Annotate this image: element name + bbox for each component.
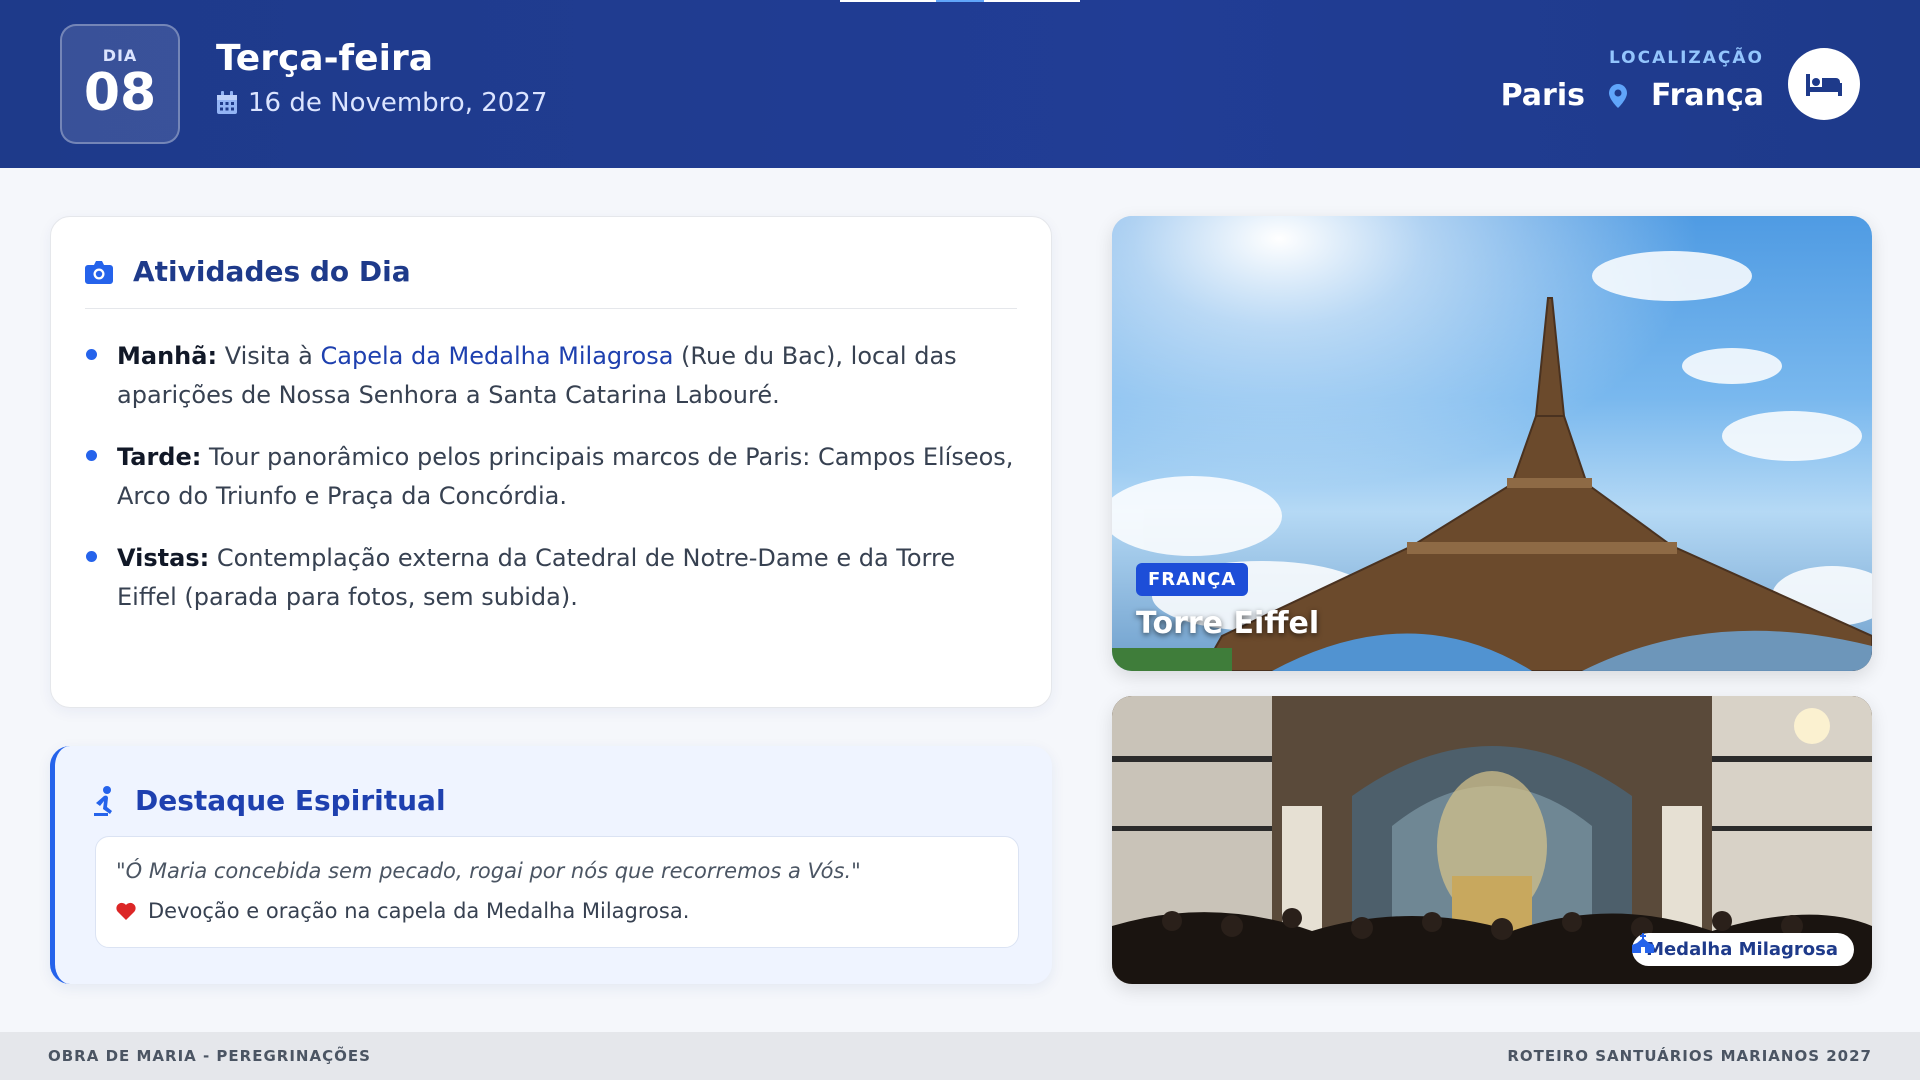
devotion-line: Devoção e oração na capela da Medalha Mi… [116, 899, 689, 923]
map-pin-icon [1609, 83, 1627, 108]
devotion-text: Devoção e oração na capela da Medalha Mi… [148, 899, 690, 923]
city-name: Paris [1500, 78, 1585, 113]
chip-label: Medalha Milagrosa [1646, 939, 1838, 960]
activity-label: Manhã: [117, 342, 218, 370]
day-number-box: DIA 08 [60, 24, 180, 144]
location-label: LOCALIZAÇÃO [1608, 48, 1764, 68]
bullet-dot [86, 349, 97, 360]
camera-icon [85, 261, 113, 284]
eiffel-tower-illustration [1112, 216, 1872, 671]
church-icon [1632, 933, 1655, 953]
footer-itinerary: ROTEIRO SANTUÁRIOS MARIANOS 2027 [1507, 1047, 1872, 1065]
activity-afternoon: Tarde: Tour panorâmico pelos principais … [85, 438, 1015, 516]
activity-text: Tour panorâmico pelos principais marcos … [117, 443, 1014, 510]
date-line: 16 de Novembro, 2027 [216, 88, 547, 118]
photo-caption: Torre Eiffel [1136, 606, 1320, 641]
top-progress-indicator [840, 0, 1080, 2]
chapel-photo[interactable]: Medalha Milagrosa [1112, 696, 1872, 984]
heart-icon [116, 902, 136, 920]
location-chip[interactable]: Medalha Milagrosa [1632, 933, 1854, 966]
spiritual-header: Destaque Espiritual [91, 784, 446, 817]
day-number: 08 [83, 63, 157, 123]
spiritual-highlight-card: Destaque Espiritual "Ó Maria concebida s… [50, 746, 1052, 984]
bullet-dot [86, 551, 97, 562]
bed-icon [1806, 74, 1842, 96]
activities-card: Atividades do Dia Manhã: Visita à Capela… [50, 216, 1052, 708]
activity-label: Tarde: [117, 443, 202, 471]
activity-text: Visita à [224, 342, 313, 370]
day-header: DIA 08 Terça-feira 16 de Novembro, 2027 … [0, 0, 1920, 168]
date-text: 16 de Novembro, 2027 [248, 88, 548, 118]
prayer-quote: "Ó Maria concebida sem pecado, rogai por… [116, 859, 861, 883]
spiritual-title: Destaque Espiritual [135, 784, 446, 817]
activity-morning: Manhã: Visita à Capela da Medalha Milagr… [85, 337, 1015, 415]
bullet-dot [86, 450, 97, 461]
activities-title: Atividades do Dia [133, 255, 411, 288]
country-name: França [1651, 78, 1764, 113]
footer-organization: OBRA DE MARIA - PEREGRINAÇÕES [48, 1047, 371, 1065]
eiffel-tower-photo[interactable]: FRANÇA Torre Eiffel [1112, 216, 1872, 671]
accommodation-button[interactable] [1788, 48, 1860, 120]
activity-label: Vistas: [117, 544, 210, 572]
location-row: Paris França [1501, 78, 1764, 113]
activities-header: Atividades do Dia [85, 255, 1017, 309]
quote-box: "Ó Maria concebida sem pecado, rogai por… [95, 836, 1019, 948]
country-badge: FRANÇA [1136, 563, 1249, 596]
weekday-title: Terça-feira [216, 38, 433, 79]
activity-views: Vistas: Contemplação externa da Catedral… [85, 539, 1015, 617]
footer: OBRA DE MARIA - PEREGRINAÇÕES ROTEIRO SA… [0, 1032, 1920, 1080]
praying-person-icon [94, 785, 112, 816]
activities-list: Manhã: Visita à Capela da Medalha Milagr… [85, 337, 1015, 640]
activity-text: Contemplação externa da Catedral de Notr… [117, 544, 956, 611]
calendar-icon [217, 91, 237, 114]
chapel-link[interactable]: Capela da Medalha Milagrosa [321, 342, 674, 370]
